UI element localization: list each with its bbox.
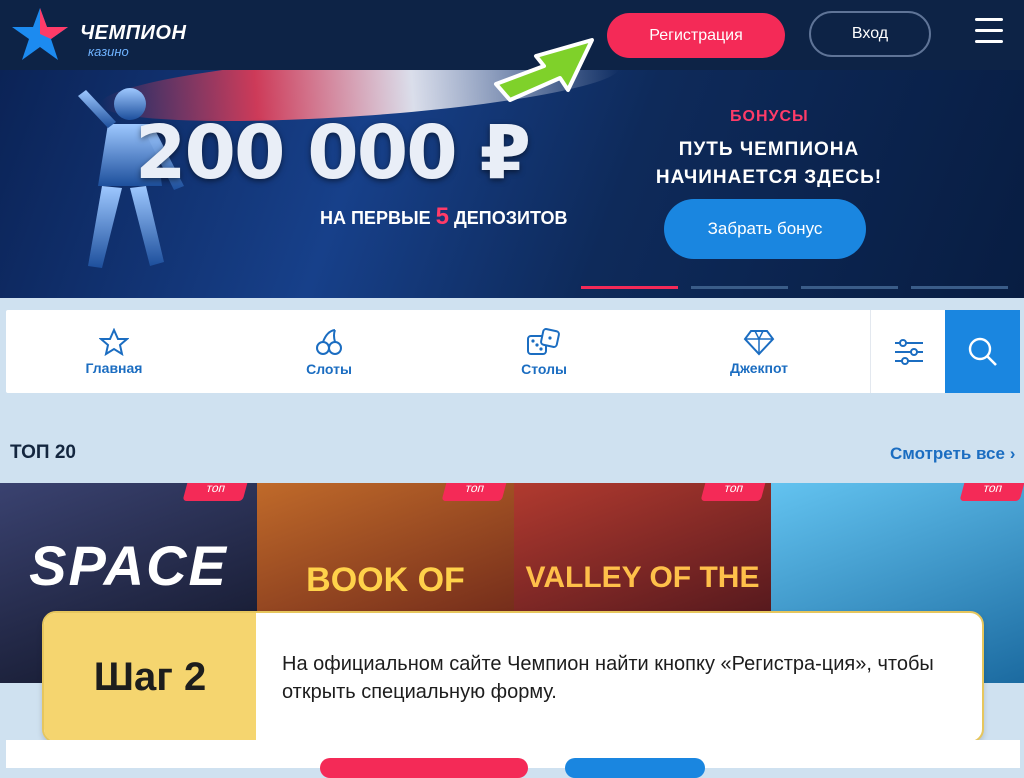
carousel-dot[interactable] — [691, 286, 788, 289]
filter-button[interactable] — [870, 310, 946, 393]
nav-item-jackpot[interactable]: Джекпот — [654, 310, 864, 393]
carousel-dot[interactable] — [801, 286, 898, 289]
carousel-dot[interactable] — [911, 286, 1008, 289]
star-icon — [99, 327, 129, 356]
bonus-subline-suffix: ДЕПОЗИТОВ — [453, 208, 568, 228]
bonus-amount: 200 000 ₽ — [135, 110, 531, 196]
nav-item-slots[interactable]: Слоты — [224, 310, 434, 393]
bonus-title-line1: ПУТЬ ЧЕМПИОНА — [678, 139, 860, 160]
nav-item-label: Слоты — [306, 360, 352, 377]
bonus-subline-prefix: НА ПЕРВЫЕ — [320, 208, 431, 228]
sliders-icon — [894, 338, 923, 365]
bonus-tag: БОНУСЫ — [730, 108, 809, 125]
game-title: SPACE — [29, 534, 228, 597]
login-button[interactable]: Вход — [809, 11, 931, 57]
logo[interactable]: ЧЕМПИОН казино — [10, 6, 190, 62]
step-text: На официальном сайте Чемпион найти кнопк… — [282, 653, 934, 703]
hamburger-menu-icon[interactable] — [975, 18, 1003, 46]
top-badge: топ — [182, 483, 250, 501]
search-icon — [968, 337, 997, 366]
top-badge: топ — [700, 483, 768, 501]
see-all-label: Смотреть все — [890, 444, 1005, 463]
nav-item-label: Джекпот — [729, 359, 789, 376]
bonus-subline-number: 5 — [435, 203, 449, 230]
category-nav: Главная Слоты Столы Джекпот — [6, 310, 1020, 393]
section-title: ТОП 20 — [10, 442, 76, 463]
nav-item-home[interactable]: Главная — [9, 310, 219, 393]
search-button[interactable] — [945, 310, 1020, 393]
game-title: VALLEY OF THE — [525, 561, 760, 594]
carousel-dot[interactable] — [581, 286, 678, 289]
bonus-title: ПУТЬ ЧЕМПИОНА НАЧИНАЕТСЯ ЗДЕСЬ! — [640, 136, 898, 192]
top-badge: топ — [441, 483, 509, 501]
top-badge: топ — [959, 483, 1024, 501]
diamond-icon — [743, 329, 775, 355]
bonus-title-line2: НАЧИНАЕТСЯ ЗДЕСЬ! — [655, 167, 883, 188]
pointer-arrow-icon — [494, 38, 594, 102]
claim-bonus-button[interactable]: Забрать бонус — [664, 199, 866, 259]
bottom-red-button[interactable] — [320, 758, 528, 778]
nav-item-label: Главная — [85, 359, 143, 376]
step-label: Шаг 2 — [44, 613, 256, 741]
logo-subtitle: казино — [88, 44, 129, 59]
star-logo-icon — [12, 8, 68, 60]
nav-item-label: Столы — [521, 360, 567, 377]
see-all-link[interactable]: Смотреть все › — [890, 444, 1015, 464]
register-button[interactable]: Регистрация — [607, 13, 785, 58]
bonus-subline: НА ПЕРВЫЕ 5 ДЕПОЗИТОВ — [320, 203, 568, 231]
step-callout: Шаг 2 На официальном сайте Чемпион найти… — [42, 611, 984, 743]
dice-icon — [527, 327, 560, 355]
nav-item-tables[interactable]: Столы — [439, 310, 649, 393]
cherries-icon — [316, 328, 342, 355]
game-title: BOOK OF — [306, 561, 465, 599]
logo-title: ЧЕМПИОН — [80, 22, 187, 44]
bottom-blue-button[interactable] — [565, 758, 705, 778]
